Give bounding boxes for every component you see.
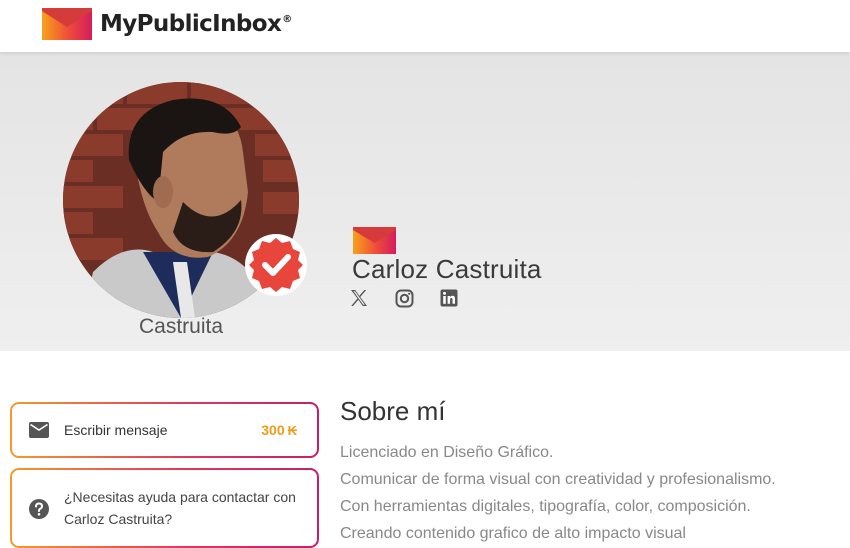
x-icon[interactable] [349, 288, 369, 308]
social-links [349, 288, 459, 308]
linkedin-icon[interactable] [439, 288, 459, 308]
profile-hero: Castruita Carloz Castruita [0, 52, 850, 351]
profile-username: Castruita [138, 315, 224, 338]
coin-icon: ₭ [287, 422, 297, 438]
help-icon [29, 499, 49, 519]
mypublicinbox-logo[interactable]: MyPublicInbox® [40, 6, 292, 42]
about-section: Sobre mí [340, 396, 446, 427]
write-message-label: Escribir mensaje [64, 422, 168, 438]
mail-icon [29, 422, 49, 438]
contact-help-button[interactable]: ¿Necesitas ayuda para contactar con Carl… [10, 468, 319, 548]
about-line: Creando contenido grafico de alto impact… [340, 525, 686, 542]
logo-wordmark: MyPublicInbox® [100, 11, 292, 37]
about-title: Sobre mí [340, 396, 446, 426]
verified-badge-icon[interactable] [243, 232, 309, 298]
message-price: 300 ₭ [261, 422, 297, 438]
top-bar: MyPublicInbox® [0, 0, 850, 52]
instagram-icon[interactable] [394, 288, 414, 308]
about-line: Licenciado en Diseño Gráfico. [340, 444, 554, 461]
about-description: Licenciado en Diseño Gráfico. Comunicar … [340, 439, 840, 547]
contact-help-text: ¿Necesitas ayuda para contactar con Carl… [64, 489, 296, 527]
envelope-logo-icon [42, 8, 92, 40]
profile-display-name: Carloz Castruita [352, 254, 542, 284]
write-message-button[interactable]: Escribir mensaje 300 ₭ [10, 402, 319, 458]
envelope-brand-icon [353, 227, 396, 254]
about-line: Con herramientas digitales, tipografía, … [340, 498, 751, 515]
about-line: Comunicar de forma visual con creativida… [340, 471, 776, 488]
